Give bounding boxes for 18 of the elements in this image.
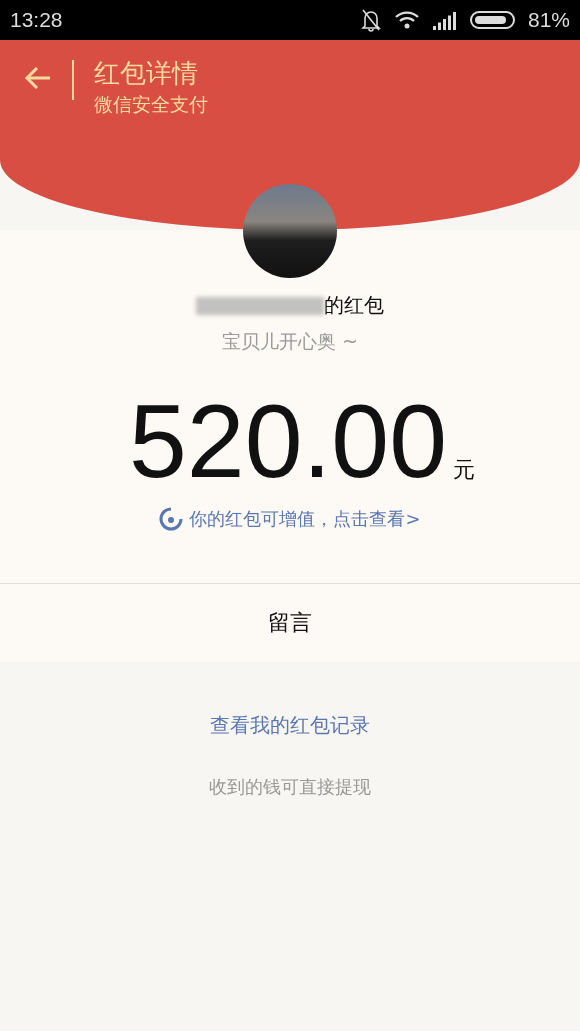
signal-icon — [431, 10, 458, 30]
amount-value: 520.00 — [128, 391, 448, 491]
status-time: 13:28 — [10, 8, 63, 32]
greeting-text: 宝贝儿开心奥 ~ — [222, 329, 358, 354]
back-button[interactable] — [24, 66, 52, 90]
withdraw-note: 收到的钱可直接提现 — [209, 775, 371, 799]
bell-off-icon — [359, 8, 382, 32]
page-title: 红包详情 — [94, 58, 199, 88]
records-link[interactable]: 查看我的红包记录 — [210, 712, 370, 739]
wifi-icon — [393, 10, 420, 30]
battery-icon — [469, 10, 516, 30]
message-label: 留言 — [268, 609, 312, 637]
promo-link[interactable]: 你的红包可增值，点击查看> — [159, 507, 421, 531]
back-arrow-icon — [24, 66, 52, 90]
battery-percent: 81% — [527, 8, 570, 32]
page-subtitle: 微信安全支付 — [94, 92, 208, 116]
sender-name: 的红包 — [324, 292, 384, 319]
amount-unit: 元 — [453, 456, 476, 484]
